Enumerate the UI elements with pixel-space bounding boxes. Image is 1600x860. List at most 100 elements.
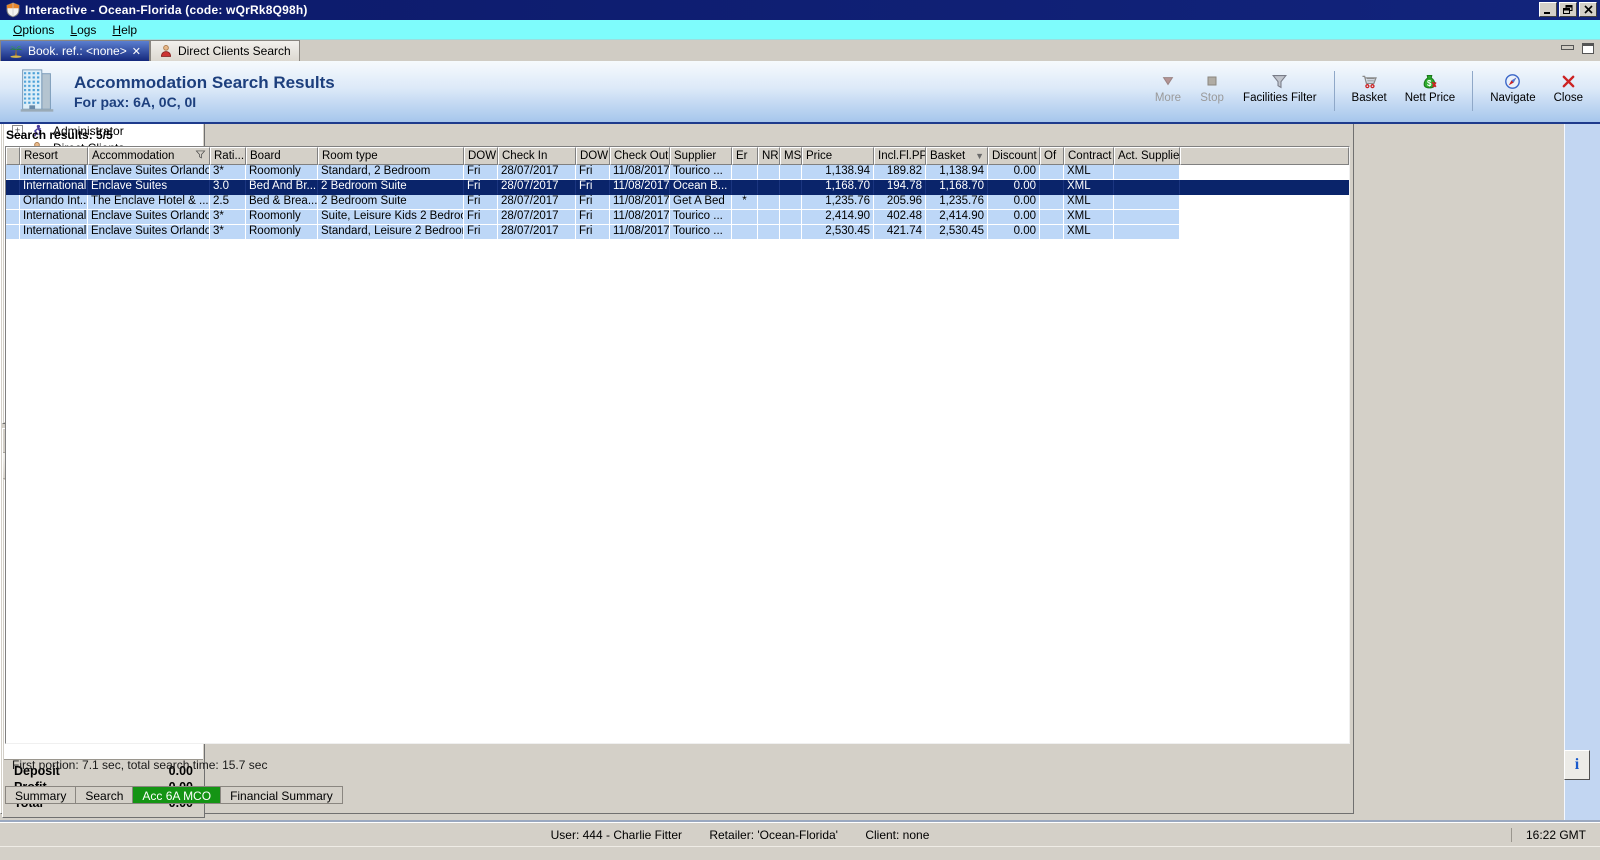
- cell-er: [732, 165, 758, 180]
- cell-discount: 0.00: [988, 225, 1040, 240]
- column-header-resort[interactable]: Resort: [20, 147, 88, 165]
- close-tab-icon[interactable]: ✕: [132, 45, 141, 58]
- column-header-price[interactable]: Price: [802, 147, 874, 165]
- navigate-icon: [1504, 72, 1521, 90]
- results-grid: ResortAccommodationRati...Board Room type…: [5, 146, 1350, 744]
- person-icon: [159, 44, 173, 58]
- cell-ms: [780, 180, 802, 195]
- toolbar-separator: [1472, 71, 1473, 111]
- minimize-main-panel-icon[interactable]: [1561, 45, 1574, 50]
- column-header-rati[interactable]: Rati...: [210, 147, 246, 165]
- column-header-room-type[interactable]: Room type: [318, 147, 464, 165]
- status-client: Client: none: [865, 828, 929, 842]
- result-row[interactable]: International...Enclave Suites3.0Bed And…: [6, 180, 1349, 195]
- column-header-label: Check Out: [614, 150, 668, 162]
- search-results-count: Search results: 5/5: [0, 126, 1600, 144]
- row-filler: [1180, 225, 1349, 240]
- result-row[interactable]: International...Enclave Suites Orlando3*…: [6, 225, 1349, 240]
- info-button[interactable]: i: [1564, 750, 1590, 780]
- cell-er: *: [732, 195, 758, 210]
- cell-board: Roomonly: [246, 210, 318, 225]
- cell-room-type: 2 Bedroom Suite: [318, 180, 464, 195]
- result-row[interactable]: Orlando Int...The Enclave Hotel & ...2.5…: [6, 195, 1349, 210]
- more-icon: [1160, 72, 1176, 90]
- restore-window-button[interactable]: [1559, 2, 1577, 17]
- cell-dow: Fri: [464, 225, 498, 240]
- column-header-er[interactable]: Er: [732, 147, 758, 165]
- bottom-tab-strip: SummarySearchAcc 6A MCOFinancial Summary: [5, 786, 343, 804]
- cell-check-in: 28/07/2017: [498, 165, 576, 180]
- workspace: Interactive − New BookingCompleted Booki…: [0, 40, 1600, 822]
- column-header-contract[interactable]: Contract: [1064, 147, 1114, 165]
- cell-check-in: 28/07/2017: [498, 195, 576, 210]
- stop-icon: [1204, 72, 1220, 90]
- cell-act-supplier: [1114, 210, 1180, 225]
- cell-dow: Fri: [576, 225, 610, 240]
- close-window-button[interactable]: [1579, 2, 1597, 17]
- cell-contract: XML: [1064, 195, 1114, 210]
- column-header-incl-fl-pp[interactable]: Incl.Fl.PP: [874, 147, 926, 165]
- toolbar-button-label: Navigate: [1490, 92, 1535, 104]
- column-header-supplier[interactable]: Supplier: [670, 147, 732, 165]
- cell-dow: Fri: [576, 165, 610, 180]
- column-header-check-in[interactable]: Check In: [498, 147, 576, 165]
- column-header-dow[interactable]: DOW: [576, 147, 610, 165]
- cell-basket: 1,138.94: [926, 165, 988, 180]
- column-header-label: Discount: [992, 150, 1037, 162]
- cell-check-out: 11/08/2017: [610, 180, 670, 195]
- cell-basket: 2,414.90: [926, 210, 988, 225]
- column-header-check-out[interactable]: Check Out: [610, 147, 670, 165]
- maximize-main-panel-icon[interactable]: [1582, 43, 1594, 54]
- column-header-board[interactable]: Board: [246, 147, 318, 165]
- result-row[interactable]: International...Enclave Suites Orlando3*…: [6, 210, 1349, 225]
- cell-check-in: 28/07/2017: [498, 180, 576, 195]
- column-header-label: Room type: [322, 150, 378, 162]
- bottom-tab-financial-summary[interactable]: Financial Summary: [221, 786, 343, 804]
- grid-header-filler: [1180, 147, 1349, 165]
- tab-book-ref-none[interactable]: Book. ref.: <none> ✕: [0, 40, 150, 61]
- cell-resort: International...: [20, 210, 88, 225]
- menu-item-help[interactable]: Help: [105, 21, 144, 39]
- page-title: Accommodation Search Results: [74, 72, 335, 93]
- close-button[interactable]: Close: [1547, 69, 1590, 107]
- column-header-label: DOW: [468, 150, 496, 162]
- column-header-label: Er: [736, 150, 748, 162]
- bottom-tab-acc-6a-mco[interactable]: Acc 6A MCO: [133, 786, 221, 804]
- column-header-discount[interactable]: Discount: [988, 147, 1040, 165]
- bottom-tab-search[interactable]: Search: [76, 786, 133, 804]
- cell-board: Bed & Brea...: [246, 195, 318, 210]
- column-header-accommodation[interactable]: Accommodation: [88, 147, 210, 165]
- column-header-basket[interactable]: Basket▼: [926, 147, 988, 165]
- column-header-ms[interactable]: MS: [780, 147, 802, 165]
- nett-price-button[interactable]: $Nett Price: [1398, 69, 1463, 107]
- navigate-button[interactable]: Navigate: [1483, 69, 1542, 107]
- cell-of: [1040, 165, 1064, 180]
- column-header-label: Act. Supplier: [1118, 150, 1180, 162]
- column-header-label: Of: [1044, 150, 1056, 162]
- column-header-act-supplier[interactable]: Act. Supplier: [1114, 147, 1180, 165]
- menu-item-options[interactable]: Options: [6, 21, 61, 39]
- tab-label: Book. ref.: <none>: [28, 44, 127, 58]
- column-header-nr[interactable]: NR: [758, 147, 780, 165]
- status-retailer: Retailer: 'Ocean-Florida': [709, 828, 838, 842]
- facilities-filter-button[interactable]: Facilities Filter: [1236, 69, 1323, 107]
- menu-item-logs[interactable]: Logs: [63, 21, 103, 39]
- search-timing-text: First portion: 7.1 sec, total search tim…: [12, 758, 267, 772]
- tab-direct-clients-search[interactable]: Direct Clients Search: [150, 40, 300, 61]
- result-row[interactable]: International...Enclave Suites Orlando3*…: [6, 165, 1349, 180]
- column-header-of[interactable]: Of: [1040, 147, 1064, 165]
- basket-button[interactable]: Basket: [1345, 69, 1394, 107]
- toolbar-button-label: Stop: [1200, 92, 1224, 104]
- cell-discount: 0.00: [988, 165, 1040, 180]
- row-header-cell: [6, 195, 20, 210]
- app-window: Interactive - Ocean-Florida (code: wQrRk…: [0, 0, 1600, 860]
- document-tab-strip: Book. ref.: <none> ✕ Direct Clients Search: [0, 40, 1600, 61]
- column-header-label: Basket: [930, 150, 965, 162]
- cell-supplier: Get A Bed: [670, 195, 732, 210]
- bottom-tab-summary[interactable]: Summary: [5, 786, 76, 804]
- cell-resort: International...: [20, 225, 88, 240]
- cell-room-type: 2 Bedroom Suite: [318, 195, 464, 210]
- minimize-window-button[interactable]: [1539, 2, 1557, 17]
- filter-icon[interactable]: [195, 149, 206, 163]
- column-header-dow[interactable]: DOW: [464, 147, 498, 165]
